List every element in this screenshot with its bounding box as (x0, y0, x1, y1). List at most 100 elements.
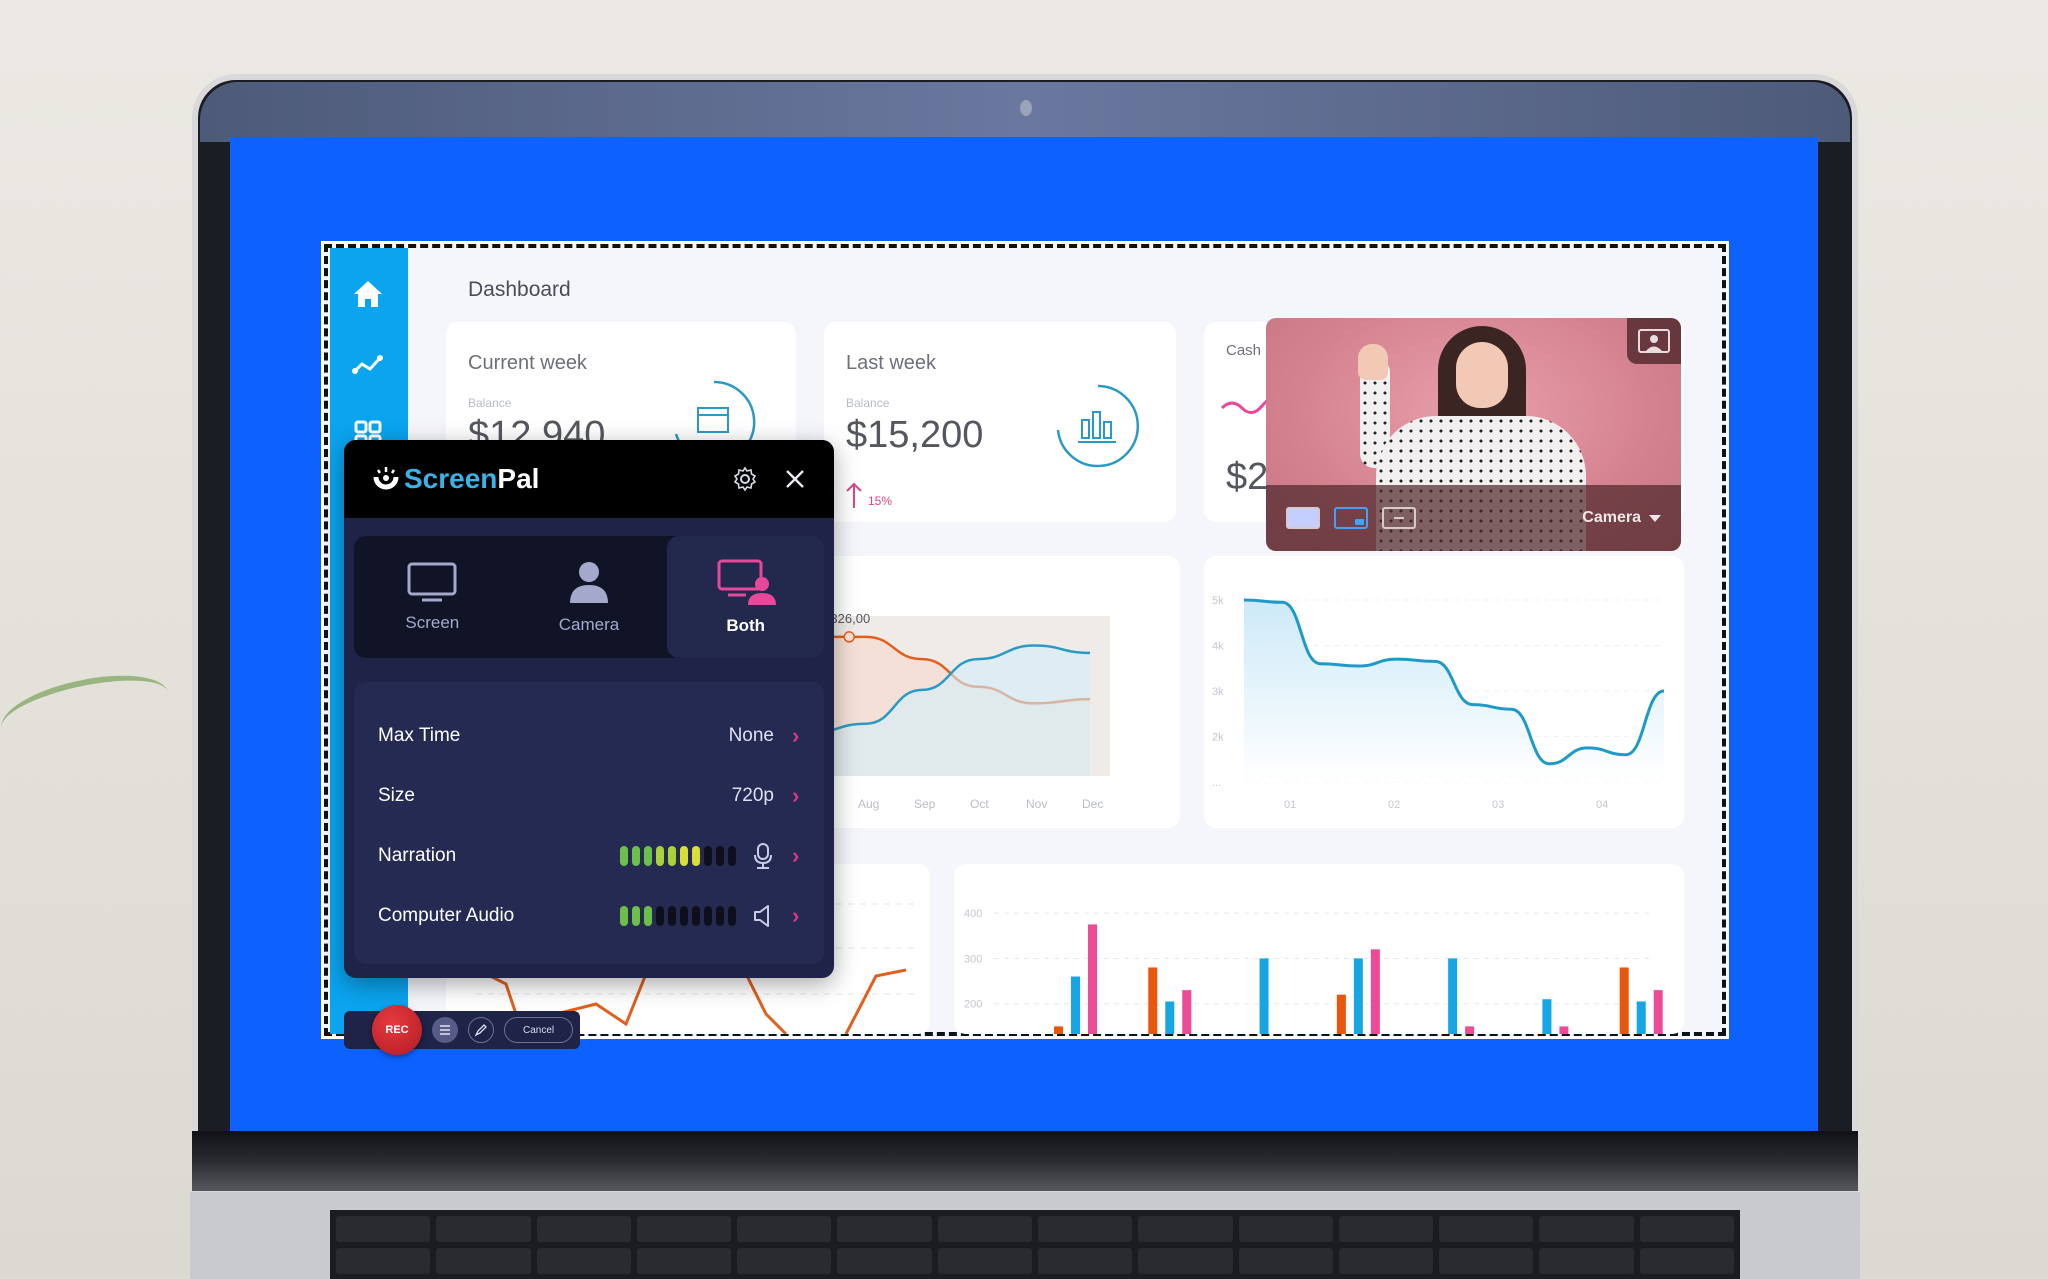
setting-label: Size (378, 785, 415, 806)
setting-narration[interactable]: Narration › (378, 836, 806, 876)
bar-orange (1054, 1026, 1063, 1040)
bar-blue (1259, 958, 1269, 1040)
home-icon[interactable] (348, 274, 388, 314)
keyboard-key (336, 1216, 431, 1242)
keyboard-key (1539, 1248, 1634, 1274)
mode-label: Screen (405, 613, 460, 632)
speaker-icon[interactable] (752, 903, 774, 929)
level-bar-unlit (680, 906, 688, 926)
person-icon (570, 562, 608, 603)
x-tick-label: 02 (1388, 799, 1400, 811)
close-icon[interactable] (784, 468, 806, 490)
page-title: Dashboard (468, 278, 571, 301)
level-bar-lit (656, 846, 664, 866)
level-bar-lit (644, 846, 652, 866)
camera-preview[interactable]: Camera (1266, 318, 1681, 551)
screenpal-header: Screen Pal (344, 440, 834, 518)
setting-label: Computer Audio (378, 905, 515, 926)
microphone-icon[interactable] (752, 843, 774, 869)
brand-pal: Pal (497, 463, 540, 494)
y-tick-label: ... (1212, 777, 1221, 789)
keyboard (330, 1210, 1740, 1279)
mode-label: Camera (558, 615, 620, 634)
menu-button[interactable] (432, 1017, 458, 1043)
keyboard-key (837, 1216, 932, 1242)
setting-value: None (728, 725, 774, 746)
keyboard-key (837, 1248, 932, 1274)
change-indicator: 15% (846, 482, 892, 508)
draw-button[interactable] (468, 1017, 494, 1043)
layout-fullscreen-button[interactable] (1286, 507, 1320, 529)
gear-icon[interactable] (732, 466, 758, 492)
screenpal-panel: Screen Pal Screen Camera Both Max Time No… (344, 440, 834, 978)
bar-orange (1148, 967, 1158, 1040)
y-tick-label: 400 (964, 908, 982, 920)
camera-toggle-button[interactable] (1627, 318, 1681, 364)
setting-size[interactable]: Size 720p › (378, 776, 806, 816)
level-bar-unlit (716, 846, 724, 866)
keyboard-key (336, 1248, 431, 1274)
level-bar-unlit (704, 846, 712, 866)
keyboard-key (1439, 1248, 1534, 1274)
bar-blue (1165, 1001, 1175, 1040)
analytics-icon[interactable] (348, 344, 388, 384)
level-bar-lit (632, 906, 640, 926)
keyboard-key (436, 1248, 531, 1274)
x-tick-label: Oct (970, 797, 989, 811)
setting-label: Max Time (378, 725, 461, 746)
chart-card-quarterly: 5k 4k 3k 2k... 01 02 03 04 (1204, 556, 1684, 828)
keyboard-key (937, 1248, 1032, 1274)
card-title: Current week (468, 352, 587, 374)
setting-label: Narration (378, 845, 457, 866)
computer-audio-level-meter (620, 906, 736, 926)
card-title: Cash (1226, 342, 1262, 359)
camera-controls: Camera (1266, 485, 1681, 551)
y-tick-label: 200 (964, 999, 982, 1011)
bar-pink (1465, 1026, 1475, 1040)
quarterly-area-chart: 5k 4k 3k 2k... 01 02 03 04 (1212, 595, 1665, 811)
grouped-bar-chart: 400 300 200 (964, 908, 1663, 1040)
y-tick-label: 5k (1212, 595, 1224, 607)
camera-source-dropdown[interactable]: Camera (1582, 509, 1661, 527)
keyboard-key (1439, 1216, 1534, 1242)
record-button[interactable]: REC (372, 1005, 422, 1055)
x-tick-label: Aug (858, 797, 879, 811)
mode-camera[interactable]: Camera (511, 536, 668, 658)
level-bar-lit (620, 906, 628, 926)
screenpal-logo-icon (373, 467, 399, 490)
setting-max-time[interactable]: Max Time None › (378, 716, 806, 756)
setting-computer-audio[interactable]: Computer Audio › (378, 896, 806, 936)
arrow-up-icon (846, 482, 862, 508)
level-bar-unlit (728, 846, 736, 866)
camera-source-label: Camera (1582, 509, 1641, 526)
x-tick-label: 04 (1596, 799, 1608, 811)
layout-minimize-button[interactable] (1382, 507, 1416, 529)
bar-blue (1636, 1001, 1646, 1040)
chevron-right-icon: › (792, 723, 800, 748)
mode-label: Both (726, 616, 766, 635)
line-series (844, 968, 907, 1035)
setting-value: 720p (731, 785, 774, 806)
webcam-icon (1020, 100, 1032, 116)
level-bar-unlit (716, 906, 724, 926)
keyboard-key (1539, 1216, 1634, 1242)
y-tick-label: 2k (1212, 732, 1224, 744)
level-bar-lit (668, 846, 676, 866)
cancel-button[interactable]: Cancel (504, 1017, 574, 1043)
keyboard-key (1138, 1216, 1233, 1242)
recording-settings: Max Time None › Size 720p › Narration › … (354, 682, 824, 964)
card-title: Last week (846, 352, 937, 374)
mode-screen[interactable]: Screen (354, 536, 511, 658)
keyboard-key (1238, 1216, 1333, 1242)
mode-both[interactable]: Both (667, 536, 825, 658)
bar-orange (1619, 967, 1629, 1040)
x-tick-label: Sep (914, 797, 936, 811)
bar-blue (1071, 976, 1080, 1040)
keyboard-key (636, 1248, 732, 1274)
layout-pip-button[interactable] (1334, 507, 1368, 529)
chevron-right-icon: › (792, 783, 800, 808)
pen-icon (474, 1024, 487, 1037)
chart-card-monthly: $326,00JulAugSepOctNovDec (790, 556, 1180, 828)
card-last-week[interactable]: Last week Balance $15,200 15% (824, 322, 1176, 522)
keyboard-key (737, 1248, 832, 1274)
